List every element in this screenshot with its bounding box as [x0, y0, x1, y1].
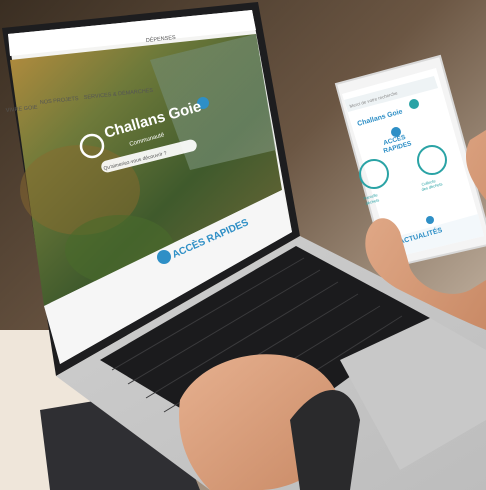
phone-news-icon: [426, 216, 434, 224]
phone-search-icon[interactable]: [409, 99, 419, 109]
laptop-and-phone-photo: VIVRE GOIE NOS PROJETS SERVICES & DÉMARC…: [0, 0, 486, 490]
quick-access-icon: [157, 250, 171, 264]
